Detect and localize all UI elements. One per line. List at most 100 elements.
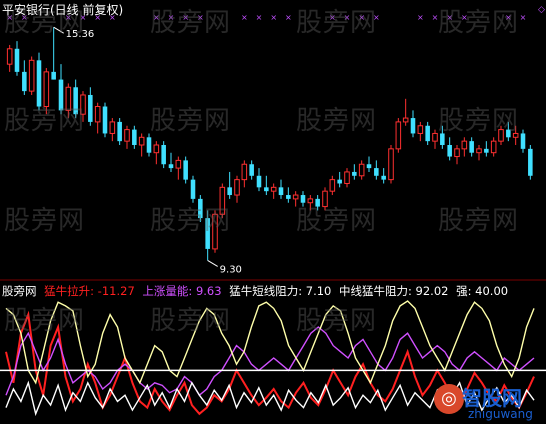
candle [117, 118, 122, 145]
watermark: 股旁网 [150, 206, 232, 236]
candle-body [469, 141, 474, 153]
watermark: 股旁网 [296, 306, 378, 336]
indicator-legend: 股旁网 猛牛拉升: -11.27 上涨量能: 9.63 猛牛短线阻力: 7.10… [2, 283, 512, 299]
legend-mid-resistance: 中线猛牛阻力: 92.02 [339, 284, 449, 298]
candle [109, 118, 116, 142]
signal-marker: × [417, 13, 424, 22]
watermark: 股旁网 [150, 106, 232, 136]
candle [132, 125, 137, 149]
candle-body [227, 187, 232, 196]
candle [528, 145, 533, 180]
candle-body [264, 187, 269, 192]
candle-body [132, 129, 137, 145]
candle [22, 60, 27, 95]
candle [344, 168, 350, 188]
candle [88, 87, 93, 126]
candle [410, 110, 416, 138]
candle-body [388, 148, 394, 181]
legend-short-resistance: 猛牛短线阻力: 7.10 [229, 284, 332, 298]
candle-body [292, 194, 299, 200]
watermark: 股旁网 [296, 8, 378, 38]
candle-body [366, 164, 372, 169]
candle [6, 44, 13, 72]
candle-body [234, 179, 240, 196]
candle [270, 183, 277, 199]
candle [484, 141, 489, 157]
candle-body [14, 48, 20, 72]
watermark: 股旁网 [438, 8, 520, 38]
candle [161, 141, 166, 169]
candle [395, 118, 402, 153]
candle [432, 129, 438, 149]
signal-marker: × [520, 13, 527, 22]
site-logo: ◎ 智股网 zhiguwang [432, 382, 544, 424]
watermark: 股旁网 [4, 206, 86, 236]
candle-body [425, 125, 430, 142]
candle [374, 160, 379, 180]
candle-body [461, 140, 468, 150]
candle-body [352, 171, 357, 176]
candle [329, 175, 336, 196]
candle [278, 179, 284, 199]
candle [124, 125, 130, 149]
legend-strong: 强: 40.00 [456, 284, 509, 298]
candle-body [476, 148, 482, 154]
candle-body [102, 106, 108, 134]
candle [153, 141, 160, 165]
candle-body [374, 168, 379, 176]
candle [520, 129, 526, 153]
candle [183, 156, 188, 184]
candle [102, 102, 108, 138]
candle-body [329, 179, 336, 192]
candle-body [249, 164, 254, 176]
candle [168, 152, 174, 172]
candle-body [410, 118, 416, 134]
candle [175, 156, 182, 180]
candle-body [432, 132, 438, 142]
candle-body [337, 179, 342, 184]
candle [14, 41, 20, 76]
candle [337, 171, 342, 188]
legend-up-volume: 上涨量能: 9.63 [142, 284, 222, 298]
candle-body [270, 186, 277, 192]
candle [94, 102, 101, 134]
candle [286, 187, 291, 203]
candle-body [94, 106, 101, 123]
candle-body [484, 148, 489, 153]
candle [461, 137, 468, 157]
watermark: 股旁网 [438, 106, 520, 136]
watermark: 股旁网 [150, 306, 232, 336]
signal-marker: × [285, 13, 292, 22]
candle-body [286, 195, 291, 199]
candle-body [344, 171, 350, 184]
candle-body [161, 145, 166, 165]
candle-body [395, 121, 402, 150]
candle [381, 168, 386, 184]
candle-body [256, 175, 262, 188]
candle-body [88, 94, 93, 122]
candle [388, 145, 394, 184]
candle-body [183, 160, 188, 180]
candle-body [138, 136, 145, 146]
watermark: 股旁网 [150, 8, 232, 38]
signal-marker: × [241, 13, 248, 22]
watermark: 股旁网 [4, 106, 86, 136]
candle [190, 175, 196, 203]
candle [234, 175, 240, 203]
watermark: 股旁网 [438, 206, 520, 236]
candle-body [51, 71, 56, 80]
candle-body [490, 140, 497, 154]
candle-body [417, 125, 424, 134]
candle [249, 160, 254, 180]
chart-stage: × × × × × × × × × × × × × × × × × × × × × × × × ◇ 15.36 9.30 股旁网 … [0, 0, 546, 424]
candle-body [528, 148, 533, 176]
legend-site: 股旁网 [2, 284, 37, 298]
candle-body [22, 71, 27, 92]
candle-body [6, 48, 13, 65]
candle [469, 137, 474, 157]
legend-bull-pull: 猛牛拉升: -11.27 [44, 284, 135, 298]
candle [425, 121, 430, 145]
candle-body [402, 117, 409, 123]
candle-body [153, 144, 160, 154]
candle-body [117, 121, 122, 142]
